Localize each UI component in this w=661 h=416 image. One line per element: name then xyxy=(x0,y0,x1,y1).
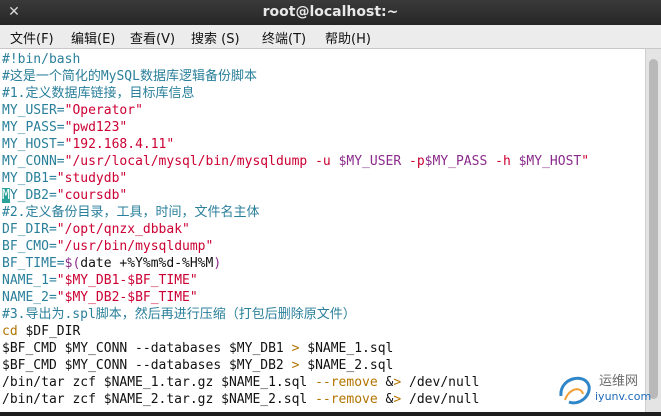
terminal-line: /bin/tar zcf $NAME_1.tar.gz $NAME_1.sql … xyxy=(2,374,479,391)
code-token: cd xyxy=(2,324,18,339)
menu-terminal[interactable]: 终端(T) xyxy=(262,28,306,47)
code-token: -p xyxy=(401,154,425,169)
code-token: NAME_1= xyxy=(2,273,57,288)
code-token: "pwd123" xyxy=(64,120,128,135)
menu-edit[interactable]: 编辑(E) xyxy=(71,28,115,47)
menu-search[interactable]: 搜索 (S) xyxy=(191,28,240,47)
terminal-line: #!bin/bash xyxy=(2,51,80,68)
code-token: DF_DIR= xyxy=(2,222,57,237)
terminal-line: /bin/tar zcf $NAME_2.tar.gz $NAME_2.sql … xyxy=(2,391,479,408)
terminal-line: NAME_2="$MY_DB2-$BF_TIME" xyxy=(2,289,198,306)
terminal-line: $BF_CMD $MY_CONN --databases $MY_DB2 > $… xyxy=(2,357,393,374)
window-title: root@localhost:~ xyxy=(262,4,399,20)
code-token: #1.定义数据库链接，目标库信息 xyxy=(2,86,195,101)
code-token: & xyxy=(377,375,394,390)
code-token: "/usr/bin/mysqldump" xyxy=(56,239,214,254)
code-token: #3.导出为.spl脚本，然后再进行压缩（打包后删除原文件） xyxy=(2,307,356,322)
code-token: $BF_CMD $MY_CONN --databases $MY_DB1 xyxy=(2,341,292,356)
code-token: MY_CONN= xyxy=(2,154,65,169)
code-token: "studydb" xyxy=(56,171,128,186)
menu-bar: 文件(F) 编辑(E) 查看(V) 搜索 (S) 终端(T) 帮助(H) xyxy=(0,25,661,49)
terminal-line: BF_CMO="/usr/bin/mysqldump" xyxy=(2,238,213,255)
code-token: $DF_DIR xyxy=(17,324,81,339)
code-token: $NAME_2.sql xyxy=(299,358,394,373)
code-token: /dev/null xyxy=(401,392,480,407)
code-token: $MY_HOST xyxy=(518,154,582,169)
terminal-line: #2.定义备份目录，工具，时间，文件名主体 xyxy=(2,204,259,221)
terminal-line: BF_TIME=$(date +%Y%m%d-%H%M) xyxy=(2,255,221,272)
code-token: > xyxy=(393,392,402,407)
code-token: "Operator" xyxy=(64,103,143,118)
terminal-line: MY_USER="Operator" xyxy=(2,102,143,119)
code-token: "/usr/local/mysql/bin/mysqldump -u xyxy=(64,154,339,169)
code-token: #!bin/bash xyxy=(2,52,81,67)
terminal-line: MY_DB2="coursdb" xyxy=(2,187,127,204)
vertical-scrollbar[interactable] xyxy=(645,49,661,412)
watermark-swirl-icon xyxy=(559,376,591,405)
code-token: $MY_PASS xyxy=(424,154,488,169)
terminal-line: $BF_CMD $MY_CONN --databases $MY_DB1 > $… xyxy=(2,340,393,357)
code-token: /dev/null xyxy=(401,375,480,390)
code-token: --remove xyxy=(315,375,378,390)
watermark-logo: 运维网 iyunv.com xyxy=(555,366,661,412)
code-token: /bin/tar zcf $NAME_1.tar.gz $NAME_1.sql xyxy=(2,375,316,390)
code-token: /bin/tar zcf $NAME_2.tar.gz $NAME_2.sql xyxy=(2,392,316,407)
terminal-line: cd $DF_DIR xyxy=(2,323,80,340)
terminal-line: MY_DB1="studydb" xyxy=(2,170,127,187)
code-token: MY_PASS= xyxy=(2,120,65,135)
terminal-line: MY_CONN="/usr/local/mysql/bin/mysqldump … xyxy=(2,153,589,170)
code-token: $( xyxy=(64,256,81,271)
code-token: & xyxy=(377,392,394,407)
menu-file[interactable]: 文件(F) xyxy=(10,28,54,47)
menu-view[interactable]: 查看(V) xyxy=(130,28,175,47)
code-token: #2.定义备份目录，工具，时间，文件名主体 xyxy=(2,205,260,220)
watermark-text-cn: 运维网 xyxy=(599,374,639,389)
text-cursor: M xyxy=(2,188,10,203)
code-token: -h xyxy=(487,154,519,169)
code-token: "$MY_DB2-$BF_TIME" xyxy=(56,290,198,305)
code-token: $NAME_1.sql xyxy=(299,341,394,356)
code-token: "/opt/qnzx_dbbak" xyxy=(56,222,190,237)
code-token: ) xyxy=(213,256,222,271)
code-token: " xyxy=(581,154,590,169)
title-bar: ✕ root@localhost:~ xyxy=(0,0,661,25)
menu-help[interactable]: 帮助(H) xyxy=(325,28,371,47)
terminal-line: #1.定义数据库链接，目标库信息 xyxy=(2,85,194,102)
code-token: BF_CMO= xyxy=(2,239,57,254)
code-token: MY_HOST= xyxy=(2,137,65,152)
terminal-line: MY_HOST="192.168.4.11" xyxy=(2,136,174,153)
code-token: "192.168.4.11" xyxy=(64,137,175,152)
code-token: $BF_CMD $MY_CONN --databases $MY_DB2 xyxy=(2,358,292,373)
code-token: --remove xyxy=(315,392,378,407)
terminal-line: #3.导出为.spl脚本，然后再进行压缩（打包后删除原文件） xyxy=(2,306,356,323)
code-token: "$MY_DB1-$BF_TIME" xyxy=(56,273,198,288)
terminal-text-area[interactable]: #!bin/bash #这是一个简化的MySQL数据库逻辑备份脚本 #1.定义数据库… xyxy=(0,49,645,412)
code-token: BF_TIME= xyxy=(2,256,65,271)
terminal-line: #这是一个简化的MySQL数据库逻辑备份脚本 xyxy=(2,68,257,85)
code-token: #这是一个简化的MySQL数据库逻辑备份脚本 xyxy=(2,69,257,84)
watermark-text-url: iyunv.com xyxy=(595,390,652,403)
code-token: MY_USER= xyxy=(2,103,65,118)
scrollbar-thumb[interactable] xyxy=(649,59,658,399)
code-token: Y_DB2= xyxy=(9,188,57,203)
terminal-line: NAME_1="$MY_DB1-$BF_TIME" xyxy=(2,272,198,289)
terminal-line: DF_DIR="/opt/qnzx_dbbak" xyxy=(2,221,190,238)
code-token: NAME_2= xyxy=(2,290,57,305)
code-token: date +%Y%m%d-%H%M xyxy=(80,256,214,271)
code-token: > xyxy=(393,375,402,390)
code-token: MY_DB1= xyxy=(2,171,57,186)
code-token: "coursdb" xyxy=(56,188,128,203)
terminal-line: MY_PASS="pwd123" xyxy=(2,119,127,136)
code-token: $MY_USER xyxy=(338,154,402,169)
